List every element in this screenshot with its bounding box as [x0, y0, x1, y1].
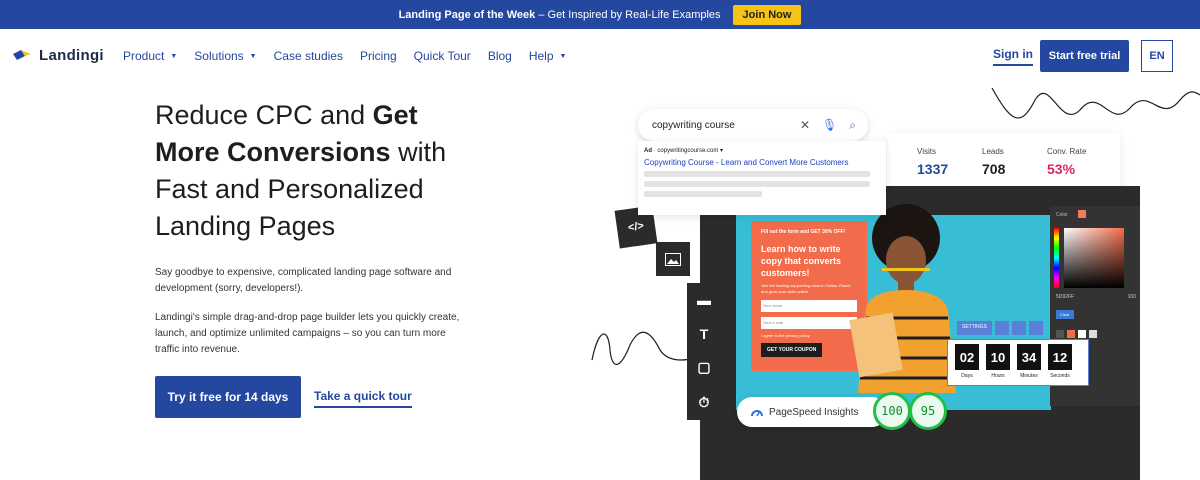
search-icon[interactable]: ⌕ [849, 118, 856, 133]
nav-item-solutions[interactable]: Solutions ▼ [194, 49, 256, 63]
stat-conv-rate: Conv. Rate 53% [1047, 147, 1087, 177]
close-icon[interactable]: ✕ [800, 118, 810, 132]
quick-tour-link[interactable]: Take a quick tour [314, 389, 412, 408]
ad-title-link[interactable]: Copywriting Course - Learn and Convert M… [644, 158, 880, 167]
nav-item-pricing[interactable]: Pricing [360, 49, 397, 63]
pagespeed-badge: PageSpeed Insights [737, 397, 887, 427]
current-color-swatch[interactable] [1078, 210, 1086, 218]
start-free-trial-button[interactable]: Start free trial [1040, 40, 1129, 72]
swatch[interactable] [1089, 330, 1097, 338]
shape-tool-icon[interactable]: ▢ [697, 359, 710, 376]
nav-links: Product ▼ Solutions ▼ Case studies Pricing… [123, 49, 566, 63]
search-query: copywriting course [652, 119, 735, 131]
logo[interactable]: Landingi [13, 47, 104, 64]
element-settings-bar: SETTINGS [957, 321, 1044, 335]
privacy-checkbox[interactable]: I agree to the privacy policy [761, 333, 857, 338]
image-icon[interactable] [656, 242, 690, 276]
pagespeed-icon [751, 410, 763, 417]
logo-text: Landingi [39, 47, 104, 64]
countdown-days: 02 Days [955, 344, 979, 381]
countdown-minutes: 34 Minutes [1017, 344, 1041, 381]
main-nav: Landingi Product ▼ Solutions ▼ Case studie… [0, 29, 1200, 83]
sign-in-link[interactable]: Sign in [993, 47, 1033, 66]
editor-toolbar: ▬ T ▢ ⏱ [687, 283, 721, 420]
text-tool-icon[interactable]: T [700, 326, 709, 342]
coupon-button[interactable]: GET YOUR COUPON [761, 343, 823, 357]
swatch[interactable] [1067, 330, 1075, 338]
hex-row: 5D92FF 100 [1056, 294, 1136, 300]
clear-button[interactable]: Clear [1056, 310, 1074, 319]
nav-item-help[interactable]: Help ▼ [529, 49, 567, 63]
desktop-score: 100 [873, 392, 911, 430]
countdown-timer[interactable]: 02 Days 10 Hours 34 Minutes 12 Seconds [947, 339, 1089, 386]
hero-paragraph-2: Landingi's simple drag-and-drop page bui… [155, 312, 460, 355]
chevron-down-icon: ▼ [559, 52, 567, 60]
swatch-row [1056, 330, 1097, 338]
stat-visits: Visits 1337 [917, 147, 949, 177]
layer-icon[interactable] [1012, 321, 1027, 335]
join-now-button[interactable]: Join Now [732, 4, 802, 25]
copy-icon[interactable] [995, 321, 1010, 335]
search-box[interactable]: copywriting course ✕ 🎙 ⌕ [638, 109, 868, 141]
announcement-bar: Landing Page of the Week – Get Inspired … [0, 0, 1200, 29]
search-result-ad: Ad · copywritingcourse.com ▾ Copywriting… [638, 141, 886, 215]
name-field[interactable]: Your name [761, 300, 857, 312]
settings-button[interactable]: SETTINGS [957, 321, 993, 335]
try-free-button[interactable]: Try it free for 14 days [155, 376, 301, 418]
countdown-seconds: 12 Seconds [1048, 344, 1072, 381]
swatch[interactable] [1078, 330, 1086, 338]
squiggle-decoration [991, 87, 1200, 119]
nav-item-case-studies[interactable]: Case studies [274, 49, 343, 63]
stat-leads: Leads 708 [982, 147, 1006, 177]
chevron-down-icon: ▼ [170, 52, 178, 60]
email-field[interactable]: Your e-mail [761, 317, 857, 329]
hue-slider[interactable] [1054, 228, 1059, 288]
microphone-icon[interactable]: 🎙 [822, 118, 837, 132]
section-icon[interactable]: ▬ [697, 292, 711, 308]
nav-item-quick-tour[interactable]: Quick Tour [414, 49, 471, 63]
timer-icon[interactable]: ⏱ [699, 394, 710, 411]
countdown-hours: 10 Hours [986, 344, 1010, 381]
color-gradient[interactable] [1064, 228, 1124, 288]
language-selector[interactable]: EN [1141, 40, 1173, 72]
delete-icon[interactable] [1029, 321, 1044, 335]
nav-item-product[interactable]: Product ▼ [123, 49, 177, 63]
promo-headline: Learn how to write copy that converts cu… [761, 244, 842, 278]
mobile-score: 95 [909, 392, 947, 430]
hero-paragraph-1: Say goodbye to expensive, complicated la… [155, 267, 452, 294]
chevron-down-icon: ▼ [249, 52, 257, 60]
stats-card: Visits 1337 Leads 708 Conv. Rate 53% [887, 133, 1120, 191]
hero-title: Reduce CPC and Get More Conversions with… [155, 100, 447, 241]
nav-item-blog[interactable]: Blog [488, 49, 512, 63]
announcement-text: Landing Page of the Week – Get Inspired … [398, 8, 721, 21]
person-illustration [849, 204, 956, 393]
hero-illustration: Visits 1337 Leads 708 Conv. Rate 53% Fil… [590, 80, 1200, 480]
landingi-logo-icon [13, 49, 31, 60]
swatch[interactable] [1056, 330, 1064, 338]
